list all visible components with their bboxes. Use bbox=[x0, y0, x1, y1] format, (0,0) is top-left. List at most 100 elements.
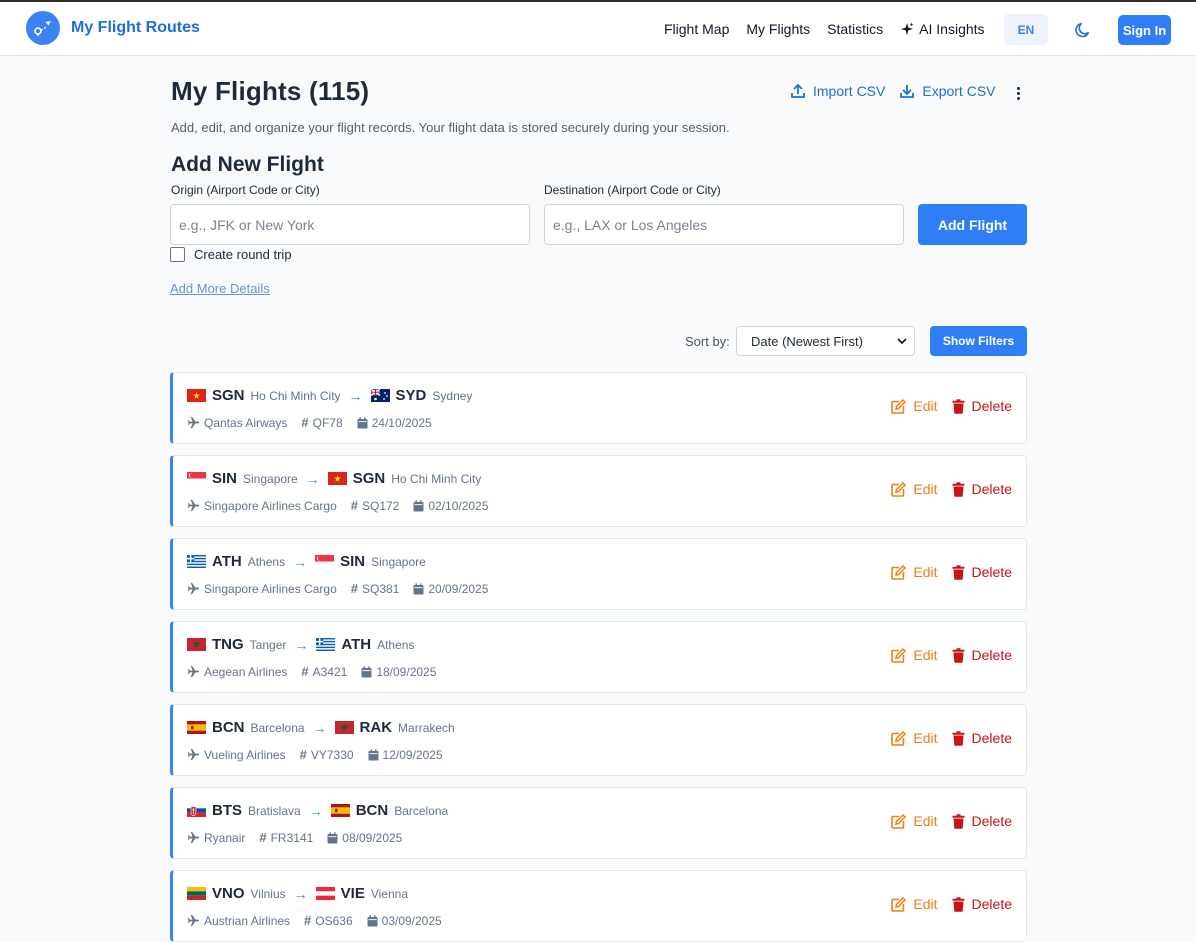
flight-list: SGN Ho Chi Minh City → SYD Sydney Qantas Airw… bbox=[170, 372, 1027, 942]
edit-button[interactable]: Edit bbox=[891, 481, 938, 497]
delete-button[interactable]: Delete bbox=[952, 647, 1012, 663]
edit-button[interactable]: Edit bbox=[891, 896, 938, 912]
brand-link[interactable]: My Flight Routes bbox=[26, 11, 200, 45]
edit-button[interactable]: Edit bbox=[891, 564, 938, 580]
chevron-down-icon bbox=[897, 338, 907, 345]
import-csv-label: Import CSV bbox=[813, 83, 886, 99]
card-actions: Edit Delete bbox=[891, 730, 1012, 746]
flight-card: ATH Athens → SIN Singapore Singapore Airlines… bbox=[170, 538, 1027, 610]
delete-button[interactable]: Delete bbox=[952, 813, 1012, 829]
origin-city: Tanger bbox=[249, 637, 287, 652]
download-icon bbox=[900, 85, 915, 98]
origin-city: Bratislava bbox=[248, 803, 301, 818]
airline-name: Qantas Airways bbox=[204, 415, 288, 430]
trash-icon bbox=[952, 813, 965, 829]
add-flight-button[interactable]: Add Flight bbox=[918, 204, 1027, 245]
destination-input[interactable] bbox=[544, 204, 904, 245]
plane-icon bbox=[187, 499, 200, 512]
destination-city: Singapore bbox=[371, 554, 426, 569]
hash-icon: # bbox=[301, 664, 309, 679]
more-options-icon[interactable] bbox=[1010, 84, 1026, 102]
plane-icon bbox=[187, 914, 200, 927]
flight-date: 20/09/2025 bbox=[428, 581, 489, 596]
destination-code: ATH bbox=[341, 636, 372, 653]
flight-date: 02/10/2025 bbox=[428, 498, 489, 513]
origin-city: Vilnius bbox=[250, 886, 286, 901]
language-selector[interactable]: EN bbox=[1004, 14, 1048, 45]
route-arrow-icon: → bbox=[293, 885, 308, 902]
card-actions: Edit Delete bbox=[891, 481, 1012, 497]
delete-button[interactable]: Delete bbox=[952, 564, 1012, 580]
round-trip-checkbox[interactable] bbox=[170, 247, 185, 262]
flight-route: VNO Vilnius → VIE Vienna bbox=[187, 885, 408, 902]
flag-ma-icon bbox=[187, 638, 206, 651]
flag-es-icon bbox=[187, 721, 206, 734]
delete-label: Delete bbox=[971, 398, 1012, 414]
sort-label: Sort by: bbox=[685, 334, 730, 349]
flight-card: SIN Singapore → SGN Ho Chi Minh City Singapor… bbox=[170, 455, 1027, 527]
flight-number: QF78 bbox=[312, 415, 343, 430]
flag-lt-icon bbox=[187, 887, 206, 900]
edit-label: Edit bbox=[913, 813, 938, 829]
route-arrow-icon: → bbox=[348, 387, 363, 404]
destination-code: VIE bbox=[340, 885, 365, 902]
origin-code: VNO bbox=[212, 885, 245, 902]
edit-button[interactable]: Edit bbox=[891, 647, 938, 663]
flight-route: SIN Singapore → SGN Ho Chi Minh City bbox=[187, 470, 481, 487]
edit-label: Edit bbox=[913, 398, 938, 414]
destination-code: RAK bbox=[359, 719, 393, 736]
nav-label: Statistics bbox=[827, 21, 884, 37]
edit-icon bbox=[891, 398, 907, 414]
show-filters-button[interactable]: Show Filters bbox=[930, 326, 1027, 356]
export-csv-button[interactable]: Export CSV bbox=[899, 83, 996, 99]
calendar-icon bbox=[327, 831, 338, 843]
hash-icon: # bbox=[350, 498, 358, 513]
flag-sg-icon bbox=[187, 472, 206, 485]
delete-button[interactable]: Delete bbox=[952, 896, 1012, 912]
nav-my-flights[interactable]: My Flights bbox=[746, 14, 810, 44]
add-more-details-link[interactable]: Add More Details bbox=[170, 281, 270, 296]
card-actions: Edit Delete bbox=[891, 398, 1012, 414]
flight-number: SQ172 bbox=[361, 498, 400, 513]
nav-statistics[interactable]: Statistics bbox=[827, 14, 883, 44]
flight-meta: Vueling Airlines # VY7330 12/09/2025 bbox=[187, 747, 457, 762]
trash-icon bbox=[952, 564, 965, 580]
flag-ma-icon bbox=[334, 721, 354, 734]
hash-icon: # bbox=[304, 913, 312, 928]
flight-date: 18/09/2025 bbox=[376, 664, 437, 679]
route-arrow-icon: → bbox=[294, 636, 309, 653]
delete-label: Delete bbox=[971, 730, 1012, 746]
delete-button[interactable]: Delete bbox=[952, 730, 1012, 746]
calendar-icon bbox=[413, 582, 424, 594]
origin-code: SGN bbox=[212, 387, 245, 404]
nav-ai-insights[interactable]: AI Insights bbox=[900, 14, 985, 44]
flight-card: BCN Barcelona → RAK Marrakech Vueling Airline… bbox=[170, 704, 1027, 776]
delete-label: Delete bbox=[971, 896, 1012, 912]
edit-icon bbox=[891, 730, 907, 746]
destination-city: Marrakech bbox=[398, 720, 455, 735]
flag-au-icon bbox=[370, 389, 390, 402]
nav-flight-map[interactable]: Flight Map bbox=[664, 14, 729, 44]
delete-label: Delete bbox=[971, 813, 1012, 829]
edit-label: Edit bbox=[913, 730, 938, 746]
import-csv-button[interactable]: Import CSV bbox=[790, 83, 885, 99]
edit-label: Edit bbox=[913, 481, 938, 497]
flight-card: TNG Tanger → ATH Athens Aegean Airlines # A3421… bbox=[170, 621, 1027, 693]
sign-in-button[interactable]: Sign In bbox=[1118, 15, 1171, 45]
edit-button[interactable]: Edit bbox=[891, 730, 938, 746]
origin-input[interactable] bbox=[170, 204, 530, 245]
edit-button[interactable]: Edit bbox=[891, 398, 938, 414]
sort-select[interactable]: Date (Newest First) bbox=[736, 326, 915, 356]
edit-icon bbox=[891, 647, 907, 663]
sparkle-icon bbox=[901, 22, 914, 35]
hash-icon: # bbox=[259, 830, 267, 845]
flag-gr-icon bbox=[316, 638, 336, 651]
delete-button[interactable]: Delete bbox=[952, 398, 1012, 414]
delete-button[interactable]: Delete bbox=[952, 481, 1012, 497]
sort-value: Date (Newest First) bbox=[751, 333, 863, 349]
edit-button[interactable]: Edit bbox=[891, 813, 938, 829]
plane-icon bbox=[187, 665, 200, 678]
destination-city: Ho Chi Minh City bbox=[391, 471, 482, 486]
top-navbar: My Flight Routes Flight Map My Flights S… bbox=[0, 0, 1196, 56]
moon-icon[interactable] bbox=[1072, 19, 1094, 41]
